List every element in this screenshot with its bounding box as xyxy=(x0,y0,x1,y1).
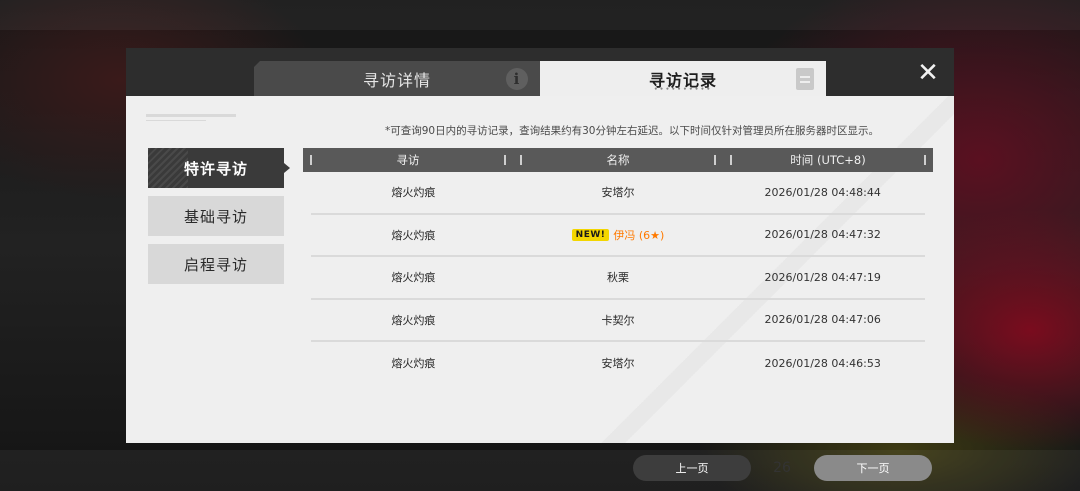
table-row: 熔火灼痕 秋栗 2026/01/28 04:47:19 xyxy=(311,257,925,300)
name-cell: 安塔尔 xyxy=(601,357,635,371)
name-cell: 卡契尔 xyxy=(601,313,635,327)
next-page-button[interactable]: 下一页 xyxy=(814,455,932,481)
sidebar-item-basic[interactable]: 基础寻访 xyxy=(148,196,284,236)
page-number: 26 xyxy=(773,460,791,476)
banner-cell: 熔火灼痕 xyxy=(391,228,436,242)
dialog-body: 特许寻访 基础寻访 启程寻访 *可查询90日内的寻访记录，查询结果约有30分钟左… xyxy=(126,96,954,481)
time-cell: 2026/01/28 04:47:32 xyxy=(764,228,881,242)
column-header-time: 时间 (UTC+8) xyxy=(723,148,933,172)
history-table: 寻访 名称 时间 (UTC+8) 熔火灼痕 安塔尔 2026/01/28 04:… xyxy=(303,148,933,385)
banner-cell: 熔火灼痕 xyxy=(391,186,436,200)
name-cell: 秋栗 xyxy=(607,271,629,285)
rare-name: 伊冯 (6★) xyxy=(613,228,665,242)
info-icon: i xyxy=(506,68,528,90)
table-row: 熔火灼痕 安塔尔 2026/01/28 04:46:53 xyxy=(311,342,925,385)
name-cell: NEW! 伊冯 (6★) xyxy=(516,227,721,243)
column-header-banner: 寻访 xyxy=(303,148,513,172)
banner-cell: 熔火灼痕 xyxy=(391,271,436,285)
sidebar-item-label: 启程寻访 xyxy=(183,255,248,274)
dialog-header: 寻访详情 i 寻访记录 •••••••••• ✕ xyxy=(126,48,954,96)
prev-page-button[interactable]: 上一页 xyxy=(633,455,751,481)
tab-details-label: 寻访详情 xyxy=(362,70,431,90)
close-icon[interactable]: ✕ xyxy=(916,60,940,86)
time-cell: 2026/01/28 04:46:53 xyxy=(764,356,881,370)
time-cell: 2026/01/28 04:48:44 xyxy=(764,185,881,199)
time-cell: 2026/01/28 04:47:19 xyxy=(764,270,881,284)
banner-cell: 熔火灼痕 xyxy=(391,313,436,327)
tab-details[interactable]: 寻访详情 i xyxy=(254,61,540,96)
sidebar-item-special[interactable]: 特许寻访 xyxy=(148,148,290,188)
table-row: 熔火灼痕 卡契尔 2026/01/28 04:47:06 xyxy=(311,300,925,342)
table-header: 寻访 名称 时间 (UTC+8) xyxy=(303,148,933,172)
query-note: *可查询90日内的寻访记录，查询结果约有30分钟左右延迟。以下时间仅针对管理员所… xyxy=(385,125,879,137)
name-cell: 安塔尔 xyxy=(601,186,635,200)
gacha-history-dialog: 寻访详情 i 寻访记录 •••••••••• ✕ 特许寻访 基础寻访 启程寻访 … xyxy=(126,48,954,481)
time-cell: 2026/01/28 04:47:06 xyxy=(764,313,881,327)
sidebar-item-label: 基础寻访 xyxy=(183,207,248,226)
banner-type-nav: 特许寻访 基础寻访 启程寻访 xyxy=(148,148,290,292)
document-icon xyxy=(796,68,814,90)
pagination: 上一页 26 下一页 xyxy=(633,455,933,481)
table-row: 熔火灼痕 安塔尔 2026/01/28 04:48:44 xyxy=(311,172,925,215)
column-header-name: 名称 xyxy=(513,148,723,172)
sidebar-item-label: 特许寻访 xyxy=(183,159,248,178)
table-row: 熔火灼痕 NEW! 伊冯 (6★) 2026/01/28 04:47:32 xyxy=(311,215,925,257)
tab-indicator-dots: •••••••••• xyxy=(653,86,713,93)
active-stripes xyxy=(148,148,188,188)
banner-cell: 熔火灼痕 xyxy=(391,357,436,371)
decorative-lines xyxy=(146,114,236,134)
new-badge: NEW! xyxy=(571,228,610,241)
sidebar-item-beginner[interactable]: 启程寻访 xyxy=(148,244,284,284)
tab-records[interactable]: 寻访记录 •••••••••• xyxy=(540,61,826,96)
